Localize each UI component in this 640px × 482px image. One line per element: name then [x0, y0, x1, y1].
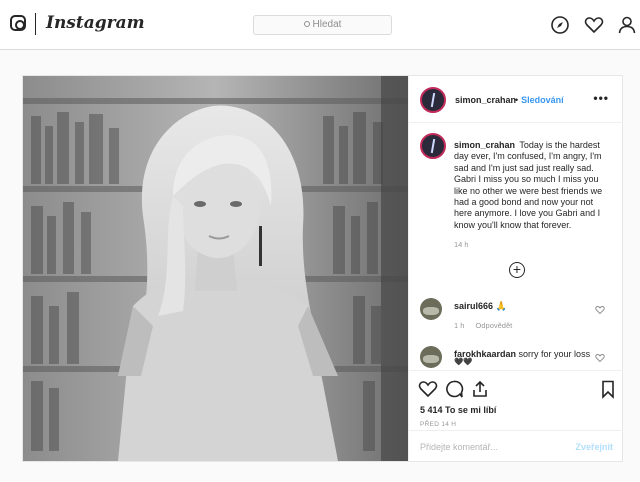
comment-text: 🙏 [495, 301, 507, 311]
comment-emoji-line: 🖤🖤 [454, 357, 473, 366]
caption-time: 14 h [454, 240, 469, 249]
load-more-comments-button[interactable]: + [509, 262, 525, 278]
author-avatar[interactable] [420, 87, 446, 113]
post-photo[interactable] [23, 76, 408, 461]
more-options-icon[interactable]: ••• [593, 91, 609, 105]
comment-icon[interactable] [444, 379, 464, 399]
comment-username[interactable]: sairul666 [454, 301, 493, 311]
reply-button[interactable]: Odpovědět [476, 321, 513, 330]
instagram-logo-icon[interactable] [10, 15, 26, 31]
follow-separator: • [515, 95, 519, 105]
post-image [23, 76, 408, 461]
commenter-avatar[interactable] [420, 298, 442, 320]
comment-emoji: 🖤🖤 [454, 357, 473, 366]
author-username[interactable]: simon_crahan [455, 95, 516, 105]
comment-text: sorry for your loss [518, 349, 591, 359]
post-sidebar: simon_crahan • Sledování ••• simon_crahan… [408, 76, 623, 461]
post-header: simon_crahan • Sledování ••• [409, 76, 623, 123]
likes-count[interactable]: 5 414 To se mi líbí [420, 405, 496, 415]
search-input[interactable]: Hledat [253, 15, 392, 35]
follow-label: Sledování [521, 95, 564, 105]
comment-item: sairul666 🙏 1 h Odpovědět [420, 298, 620, 338]
like-icon[interactable] [418, 379, 438, 399]
comment-time: 1 h [454, 321, 465, 330]
comment-body: sairul666 🙏 [454, 301, 507, 312]
post-actions: 5 414 To se mi líbí PŘED 14 H [409, 370, 623, 430]
bookmark-icon[interactable] [598, 379, 618, 399]
share-icon[interactable] [470, 379, 490, 399]
compass-icon[interactable] [550, 15, 570, 35]
comment-input[interactable]: Přidejte komentář... [420, 442, 498, 452]
post-caption: simon_crahan Today is the hardest day ev… [454, 140, 612, 231]
heart-icon[interactable] [584, 15, 604, 35]
comment-body: farokhkaardan sorry for your loss [454, 349, 590, 359]
comment-meta: 1 h Odpovědět [454, 321, 512, 330]
logo-divider [35, 13, 36, 35]
caption-username[interactable]: simon_crahan [454, 140, 515, 150]
commenter-avatar[interactable] [420, 346, 442, 368]
add-comment-bar: Přidejte komentář... Zveřejnit [409, 430, 623, 461]
comment-like-icon[interactable] [595, 353, 605, 363]
comment-like-icon[interactable] [595, 305, 605, 315]
post-timestamp[interactable]: PŘED 14 H [420, 421, 456, 428]
post-card: simon_crahan • Sledování ••• simon_crahan… [22, 75, 623, 462]
search-icon [303, 21, 310, 27]
comment-item: farokhkaardan sorry for your loss 🖤🖤 [420, 346, 620, 368]
profile-icon[interactable] [617, 15, 637, 35]
search-placeholder: Hledat [312, 19, 342, 30]
caption-avatar[interactable] [420, 133, 446, 159]
follow-status-button[interactable]: • Sledování [515, 95, 564, 105]
top-nav: Instagram Hledat [0, 0, 640, 50]
post-comment-button[interactable]: Zveřejnit [575, 442, 613, 452]
caption-text: Today is the hardest day ever, I'm confu… [454, 140, 603, 230]
instagram-wordmark[interactable]: Instagram [46, 13, 145, 33]
